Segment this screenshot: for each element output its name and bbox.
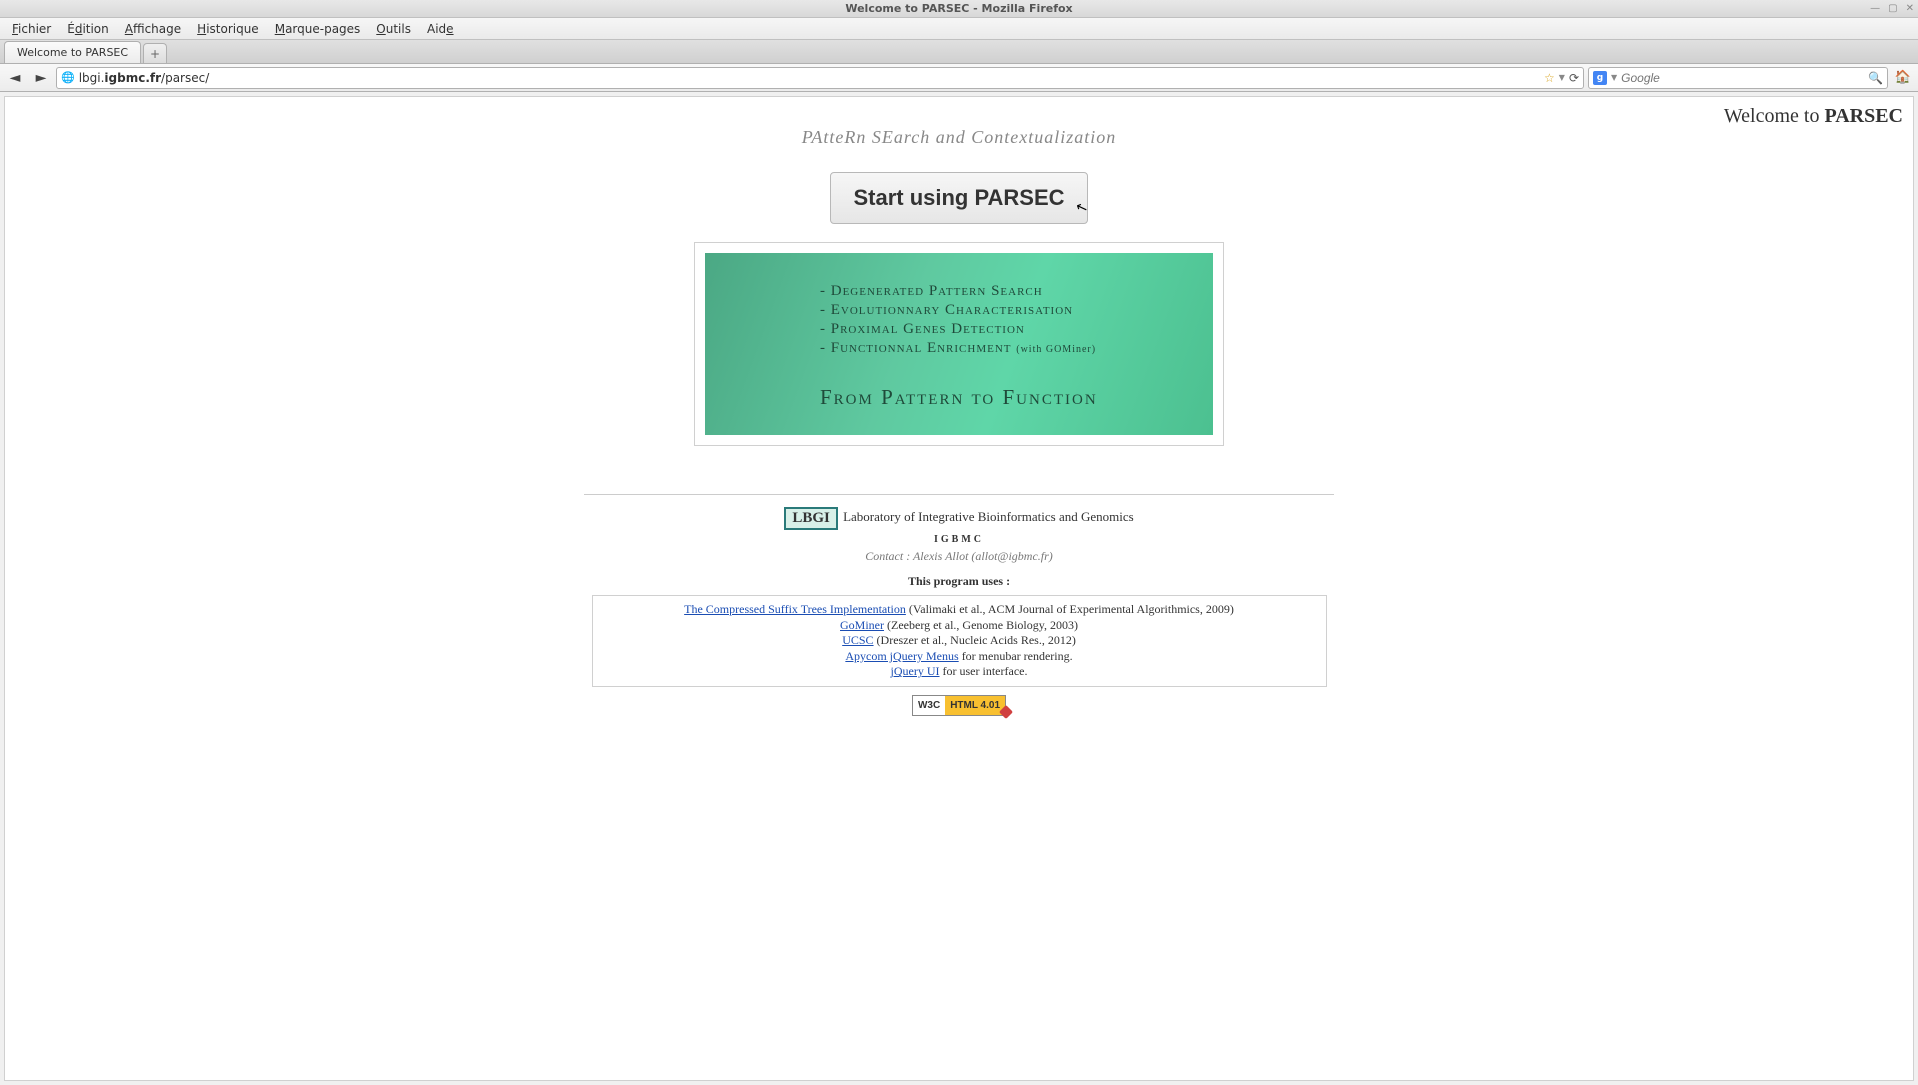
- url-text: lbgi.igbmc.fr/parsec/: [79, 71, 1540, 85]
- menubar: Fichier Édition Affichage Historique Mar…: [0, 18, 1918, 40]
- w3c-right: HTML 4.01: [945, 696, 1005, 715]
- start-using-parsec-button[interactable]: Start using PARSEC: [830, 172, 1087, 224]
- ref-link-2[interactable]: UCSC: [842, 633, 873, 647]
- reload-icon[interactable]: ⟳: [1569, 71, 1579, 85]
- home-button[interactable]: 🏠: [1892, 67, 1914, 89]
- ref-link-0[interactable]: The Compressed Suffix Trees Implementati…: [684, 602, 906, 616]
- banner-slogan: From Pattern to Function: [820, 385, 1203, 410]
- url-dropdown-icon[interactable]: ▼: [1559, 73, 1565, 82]
- ref-link-1[interactable]: GoMiner: [840, 618, 884, 632]
- ref-line-3: Apycom jQuery Menus for menubar renderin…: [599, 649, 1320, 665]
- w3c-valid-badge[interactable]: W3C HTML 4.01: [912, 695, 1006, 716]
- banner-feature-2: - Evolutionnary Characterisation: [820, 302, 1203, 319]
- banner-feature-1: - Degenerated Pattern Search: [820, 283, 1203, 300]
- tab-bar: Welcome to PARSEC +: [0, 40, 1918, 64]
- ref-line-1: GoMiner (Zeeberg et al., Genome Biology,…: [599, 618, 1320, 634]
- search-engine-icon[interactable]: g: [1593, 71, 1607, 85]
- lab-line: LBGI Laboratory of Integrative Bioinform…: [15, 507, 1903, 530]
- banner-feature-3: - Proximal Genes Detection: [820, 321, 1203, 338]
- tab-active[interactable]: Welcome to PARSEC: [4, 41, 141, 63]
- uses-label: This program uses :: [15, 574, 1903, 589]
- menu-help[interactable]: Aide: [419, 20, 462, 38]
- banner-feature-4: - Functionnal Enrichment (with GOMiner): [820, 340, 1203, 357]
- start-button-wrap: Start using PARSEC ↖: [15, 172, 1903, 224]
- window-titlebar: Welcome to PARSEC - Mozilla Firefox — ▢ …: [0, 0, 1918, 18]
- search-go-icon[interactable]: 🔍: [1868, 71, 1883, 85]
- menu-bookmarks[interactable]: Marque-pages: [267, 20, 369, 38]
- contact-line: Contact : Alexis Allot (allot@igbmc.fr): [15, 549, 1903, 564]
- search-bar[interactable]: g ▼ 🔍: [1588, 67, 1888, 89]
- tab-title: Welcome to PARSEC: [17, 46, 128, 59]
- window-controls: — ▢ ✕: [1870, 3, 1914, 14]
- menu-view[interactable]: Affichage: [117, 20, 189, 38]
- back-button[interactable]: ◄: [4, 67, 26, 89]
- igbmc-label: IGBMC: [15, 534, 1903, 545]
- url-bar[interactable]: 🌐 lbgi.igbmc.fr/parsec/ ☆ ▼ ⟳: [56, 67, 1584, 89]
- menu-tools[interactable]: Outils: [368, 20, 419, 38]
- dna-helix-icon: [705, 253, 820, 435]
- menu-file[interactable]: Fichier: [4, 20, 59, 38]
- banner-frame: - Degenerated Pattern Search - Evolution…: [694, 242, 1224, 446]
- new-tab-button[interactable]: +: [143, 43, 167, 63]
- search-engine-dropdown-icon[interactable]: ▼: [1611, 73, 1617, 82]
- footer-block: LBGI Laboratory of Integrative Bioinform…: [15, 507, 1903, 716]
- window-title: Welcome to PARSEC - Mozilla Firefox: [845, 2, 1072, 15]
- ref-line-0: The Compressed Suffix Trees Implementati…: [599, 602, 1320, 618]
- search-input[interactable]: [1621, 71, 1864, 85]
- lab-name: Laboratory of Integrative Bioinformatics…: [840, 509, 1134, 524]
- nav-toolbar: ◄ ► 🌐 lbgi.igbmc.fr/parsec/ ☆ ▼ ⟳ g ▼ 🔍 …: [0, 64, 1918, 92]
- ref-link-4[interactable]: jQuery UI: [891, 664, 940, 678]
- w3c-left: W3C: [913, 696, 945, 715]
- globe-icon: 🌐: [61, 71, 75, 84]
- feature-banner: - Degenerated Pattern Search - Evolution…: [705, 253, 1213, 435]
- welcome-heading: Welcome to PARSEC: [1724, 105, 1903, 128]
- ref-line-2: UCSC (Dreszer et al., Nucleic Acids Res.…: [599, 633, 1320, 649]
- forward-button[interactable]: ►: [30, 67, 52, 89]
- lbgi-badge: LBGI: [784, 507, 838, 530]
- page-subtitle: PAtteRn SEarch and Contextualization: [15, 127, 1903, 148]
- ref-line-4: jQuery UI for user interface.: [599, 664, 1320, 680]
- separator: [584, 494, 1334, 495]
- menu-history[interactable]: Historique: [189, 20, 267, 38]
- minimize-icon[interactable]: —: [1870, 3, 1880, 14]
- maximize-icon[interactable]: ▢: [1888, 3, 1897, 14]
- banner-text: - Degenerated Pattern Search - Evolution…: [820, 253, 1213, 435]
- close-icon[interactable]: ✕: [1906, 3, 1914, 14]
- page-content: Welcome to PARSEC PAtteRn SEarch and Con…: [4, 96, 1914, 1081]
- bookmark-star-icon[interactable]: ☆: [1544, 71, 1555, 85]
- references-box: The Compressed Suffix Trees Implementati…: [592, 595, 1327, 687]
- ref-link-3[interactable]: Apycom jQuery Menus: [845, 649, 958, 663]
- menu-edit[interactable]: Édition: [59, 20, 117, 38]
